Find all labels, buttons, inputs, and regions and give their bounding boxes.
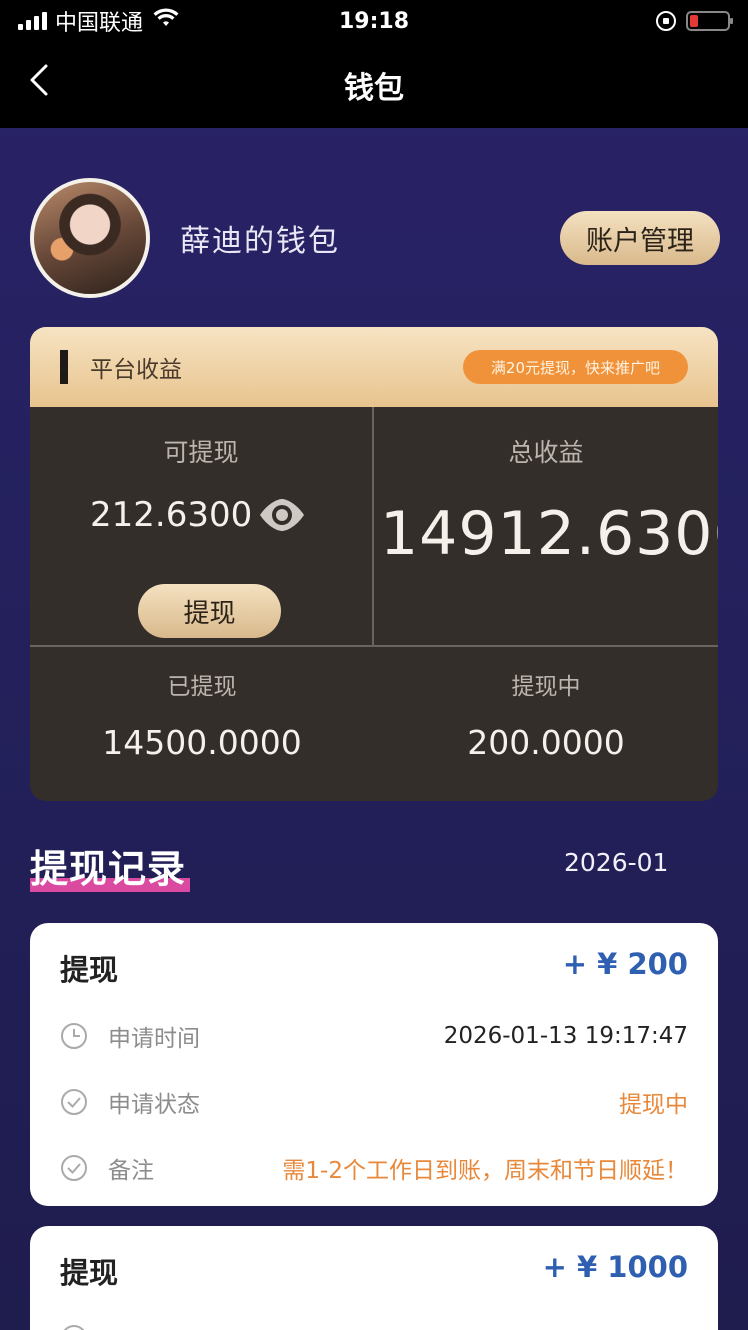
withdrawn-label: 已提现 bbox=[167, 674, 237, 700]
pending-label: 提现中 bbox=[511, 674, 581, 700]
page-title: 钱包 bbox=[344, 71, 404, 106]
record-row-note: 备注 需1-2个工作日到账，周末和节日顺延！ bbox=[60, 1148, 688, 1188]
month-selector[interactable]: 2026-01 bbox=[564, 848, 668, 877]
withdraw-button[interactable]: 提现 bbox=[138, 584, 281, 638]
profile-header: 薛迪的钱包 账户管理 bbox=[30, 178, 720, 298]
pending-value: 200.0000 bbox=[467, 723, 625, 762]
records-heading: 提现记录 bbox=[30, 838, 190, 893]
time-label: 申请时间 bbox=[108, 1026, 200, 1052]
record-row-status: 申请状态 提现中 bbox=[60, 1082, 688, 1122]
promo-badge: 满20元提现，快来推广吧 bbox=[462, 350, 688, 384]
note-value: 需1-2个工作日到账，周末和节日顺延！ bbox=[282, 1158, 688, 1184]
battery-icon bbox=[686, 11, 733, 31]
status-value: 提现中 bbox=[619, 1092, 688, 1118]
earnings-header-label: 平台收益 bbox=[90, 357, 182, 383]
status-bar: 中国联通 19:18 bbox=[0, 0, 748, 42]
nav-bar: 钱包 bbox=[0, 42, 748, 128]
record-row-time bbox=[60, 1318, 688, 1330]
check-circle-icon bbox=[61, 1089, 87, 1115]
status-label: 申请状态 bbox=[108, 1092, 200, 1118]
time-value: 2026-01-13 19:17:47 bbox=[443, 1023, 688, 1049]
avatar bbox=[30, 178, 150, 298]
available-value: 212.6300 bbox=[90, 495, 253, 535]
withdrawn-value: 14500.0000 bbox=[102, 723, 302, 762]
account-management-button[interactable]: 账户管理 bbox=[560, 211, 720, 265]
record-amount: + ¥ 200 bbox=[562, 947, 688, 981]
back-button[interactable] bbox=[22, 60, 62, 100]
total-value: 14912.6300 bbox=[380, 499, 718, 569]
check-circle-icon bbox=[61, 1155, 87, 1181]
rotation-lock-icon bbox=[656, 11, 676, 31]
record-amount: + ¥ 1000 bbox=[542, 1250, 688, 1284]
pending-section: 提现中 200.0000 bbox=[374, 647, 718, 801]
signal-icon bbox=[18, 12, 47, 30]
withdrawn-section: 已提现 14500.0000 bbox=[30, 647, 374, 801]
header-accent-bar bbox=[60, 350, 68, 384]
earnings-card: 平台收益 满20元提现，快来推广吧 可提现 212.6300 总收益 已提现 1… bbox=[30, 327, 718, 801]
wifi-icon bbox=[153, 8, 179, 34]
note-label: 备注 bbox=[108, 1158, 154, 1184]
record-card[interactable]: 提现 + ¥ 200 申请时间 2026-01-13 19:17:47 申请状态… bbox=[30, 923, 718, 1206]
eye-icon[interactable] bbox=[258, 491, 306, 539]
record-title: 提现 bbox=[60, 953, 119, 987]
record-title: 提现 bbox=[60, 1256, 119, 1290]
carrier-name: 中国联通 bbox=[55, 11, 144, 36]
available-label: 可提现 bbox=[163, 438, 239, 467]
chevron-left-icon bbox=[30, 64, 48, 96]
wallet-name: 薛迪的钱包 bbox=[180, 224, 340, 259]
record-row-time: 申请时间 2026-01-13 19:17:47 bbox=[60, 1016, 688, 1056]
total-label: 总收益 bbox=[508, 438, 584, 467]
clock-icon bbox=[63, 1325, 85, 1330]
clock-icon bbox=[61, 1023, 87, 1049]
records-title: 提现记录 bbox=[30, 847, 187, 891]
earnings-header: 平台收益 满20元提现，快来推广吧 bbox=[30, 327, 718, 407]
record-card[interactable]: 提现 + ¥ 1000 bbox=[30, 1226, 718, 1330]
